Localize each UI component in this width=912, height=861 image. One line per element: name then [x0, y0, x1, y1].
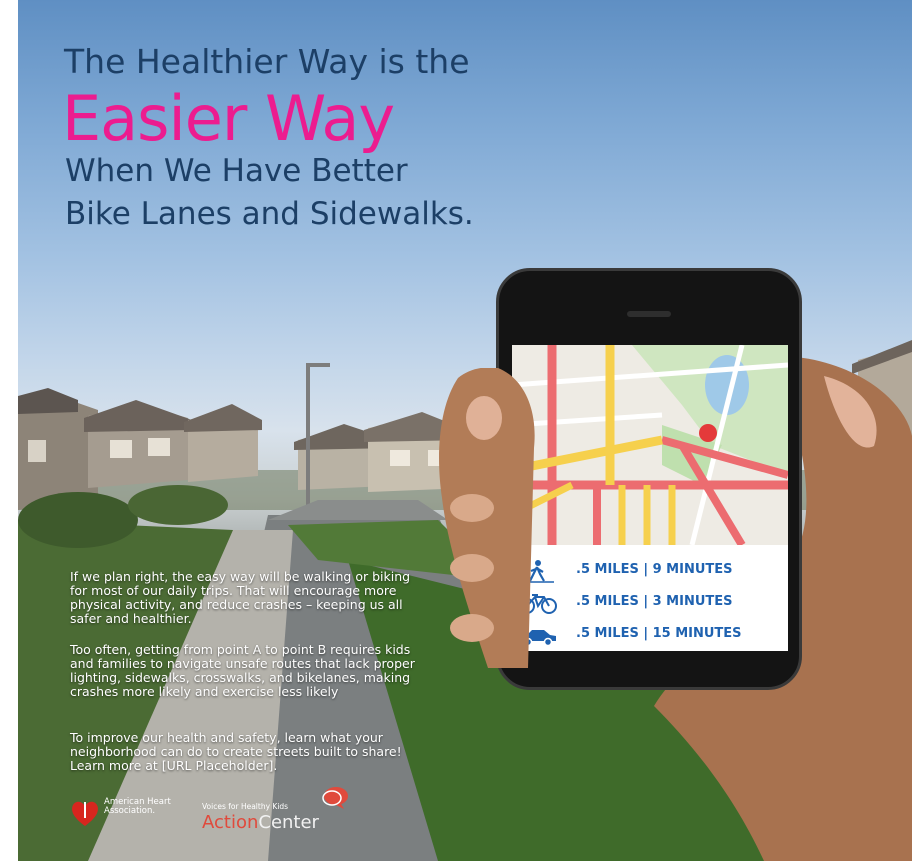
phone-speaker	[627, 311, 671, 317]
body-paragraph-3: To improve our health and safety, learn …	[70, 730, 402, 773]
stat-row-driving: .5 MILES | 15 MINUTES	[512, 617, 788, 651]
stat-row-walking: .5 MILES | 9 MINUTES	[512, 553, 788, 587]
headline-emphasis: Easier Way	[62, 82, 395, 155]
smartphone: .5 MILES | 9 MINUTES .5 MILES | 3 MINUTE…	[496, 268, 802, 690]
center-word: Center	[258, 812, 319, 833]
route-map	[512, 345, 788, 545]
body-paragraph-1: If we plan right, the easy way will be w…	[70, 569, 411, 626]
stat-walking-text: .5 MILES | 9 MINUTES	[576, 562, 733, 577]
american-heart-association-logo: American Heart Association.	[70, 792, 180, 832]
heart-torch-icon	[72, 801, 98, 826]
stat-row-biking: .5 MILES | 3 MINUTES	[512, 585, 788, 619]
speech-bubble-icon	[322, 787, 348, 809]
action-word: Action	[202, 812, 259, 833]
action-center-wordmark: ActionCenter	[202, 812, 319, 833]
headline-line-3: When We Have Better	[65, 153, 408, 189]
thumb-image	[439, 368, 535, 668]
headline-line-1: The Healthier Way is the	[64, 42, 470, 81]
action-center-logo: Voices for Healthy Kids ActionCenter	[202, 786, 382, 834]
phone-screen: .5 MILES | 9 MINUTES .5 MILES | 3 MINUTE…	[512, 345, 788, 651]
stat-biking-text: .5 MILES | 3 MINUTES	[576, 594, 733, 609]
stat-driving-text: .5 MILES | 15 MINUTES	[576, 626, 742, 641]
headline-line-4: Bike Lanes and Sidewalks.	[65, 196, 474, 232]
body-paragraph-2: Too often, getting from point A to point…	[70, 642, 415, 699]
voices-for-healthy-kids-text: Voices for Healthy Kids	[202, 802, 289, 811]
aha-logo-text: American Heart Association.	[104, 797, 171, 816]
poster: The Healthier Way is the Easier Way When…	[18, 0, 912, 861]
